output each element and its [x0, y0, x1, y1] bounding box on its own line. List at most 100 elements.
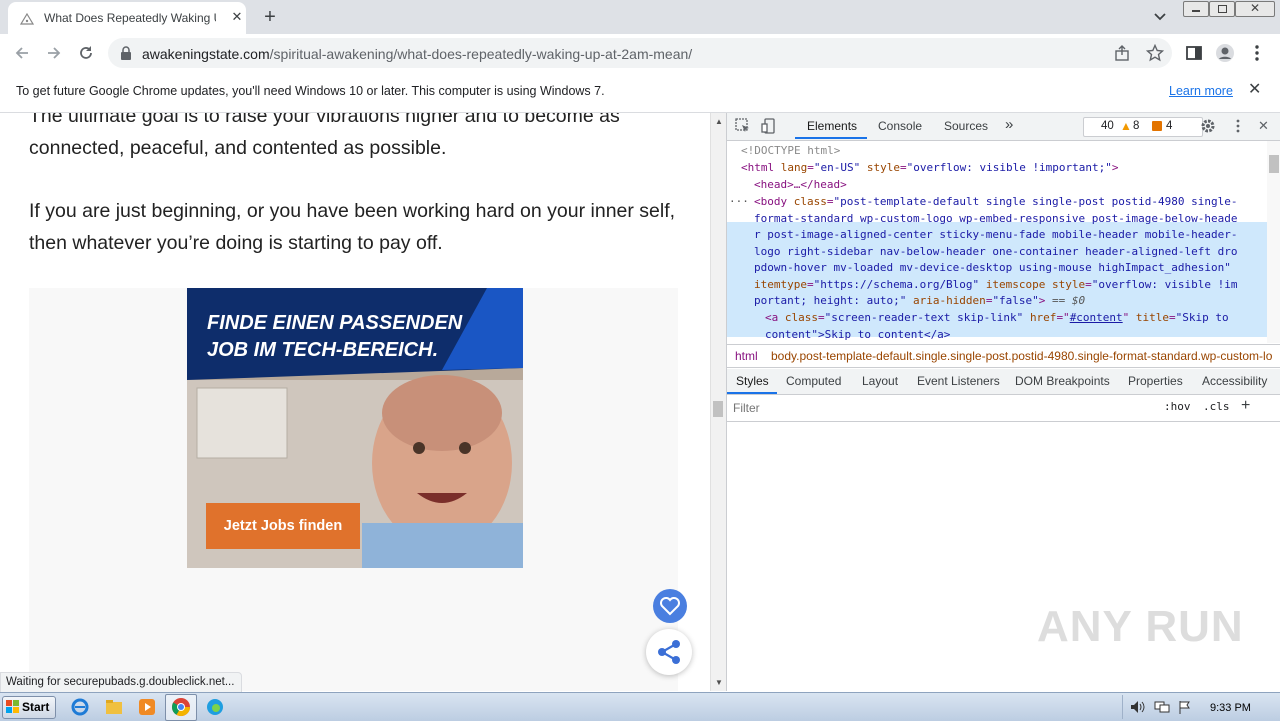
- media-player-icon[interactable]: [137, 697, 157, 717]
- issue-counters[interactable]: 40 ▲ 8 4: [1083, 117, 1203, 137]
- back-arrow-icon[interactable]: [12, 43, 32, 63]
- warning-count: 8: [1133, 120, 1140, 132]
- bookmark-star-icon[interactable]: [1146, 44, 1164, 62]
- profile-avatar-icon[interactable]: [1215, 43, 1235, 63]
- attr-name: href: [1029, 311, 1057, 324]
- volume-icon[interactable]: [1130, 700, 1146, 714]
- elements-tree: <!DOCTYPE html> <html lang="en-US" style…: [727, 141, 1267, 343]
- attr-name: lang: [780, 161, 808, 174]
- file-explorer-icon[interactable]: [104, 697, 124, 717]
- browser-tab[interactable]: What Does Repeatedly Waking Up a ✕: [8, 2, 246, 34]
- windows-logo-icon: [6, 700, 19, 713]
- infobar-close-icon[interactable]: ✕: [1248, 82, 1264, 98]
- like-button[interactable]: [653, 589, 687, 623]
- html-tag: <html: [741, 161, 775, 174]
- tab-event-listeners[interactable]: Event Listeners: [917, 374, 1000, 388]
- tab-strip: What Does Repeatedly Waking Up a ✕ + ✕: [0, 0, 1280, 34]
- a-node[interactable]: <a class="screen-reader-text skip-link" …: [765, 310, 1229, 327]
- tab-dom-breakpoints[interactable]: DOM Breakpoints: [1015, 374, 1110, 388]
- minimize-button[interactable]: [1183, 1, 1209, 17]
- settings-gear-icon[interactable]: [1200, 118, 1216, 134]
- tab-computed[interactable]: Computed: [786, 374, 841, 388]
- status-text: Waiting for securepubads.g.doubleclick.n…: [6, 676, 235, 688]
- start-button[interactable]: Start: [2, 696, 56, 719]
- breadcrumb-body[interactable]: body.post-template-default.single.single…: [771, 349, 1279, 363]
- attr-value: "screen-reader-text skip-link": [824, 311, 1024, 324]
- attr-name: aria-hidden: [912, 294, 986, 307]
- selected-marker: == $0: [1052, 294, 1086, 307]
- attr-name: title: [1135, 311, 1170, 324]
- favicon-icon: [20, 13, 34, 25]
- attr-name: style: [866, 161, 900, 174]
- edge-icon[interactable]: [205, 697, 225, 717]
- head-node[interactable]: <head>…</head>: [754, 177, 847, 194]
- new-tab-button[interactable]: +: [258, 5, 282, 29]
- attr-value: "overflow: visible !important;": [906, 161, 1112, 174]
- url-text[interactable]: awakeningstate.com/spiritual-awakening/w…: [142, 46, 692, 62]
- scroll-down-arrow-icon[interactable]: ▼: [715, 678, 723, 687]
- browser-menu-icon[interactable]: [1247, 43, 1267, 63]
- learn-more-link[interactable]: Learn more: [1169, 84, 1233, 98]
- tab-console[interactable]: Console: [878, 119, 922, 133]
- body-class-line: logo right-sidebar nav-below-header one-…: [754, 244, 1238, 258]
- tab-close-icon[interactable]: ✕: [228, 8, 246, 26]
- side-panel-icon[interactable]: [1184, 43, 1204, 63]
- scroll-up-arrow-icon[interactable]: ▲: [715, 117, 723, 126]
- breadcrumb: html body.post-template-default.single.s…: [727, 344, 1280, 368]
- tab-accessibility[interactable]: Accessibility: [1202, 374, 1267, 388]
- attr-name: class: [793, 195, 827, 208]
- href-link[interactable]: #content: [1070, 311, 1123, 324]
- tab-elements[interactable]: Elements: [807, 119, 857, 133]
- share-button[interactable]: [646, 629, 692, 675]
- breadcrumb-html[interactable]: html: [735, 349, 758, 363]
- cls-toggle[interactable]: .cls: [1203, 400, 1230, 413]
- attr-value: portant; height: auto;": [754, 294, 907, 307]
- ad-headline-line: FINDE EINEN PASSENDEN: [207, 312, 463, 334]
- styles-tabbar: Styles Computed Layout Event Listeners D…: [727, 369, 1280, 395]
- html-node[interactable]: <html lang="en-US" style="overflow: visi…: [741, 160, 1119, 177]
- share-page-icon[interactable]: [1114, 45, 1130, 61]
- styles-filter-input[interactable]: [731, 398, 1155, 418]
- active-tab-indicator: [795, 137, 867, 139]
- a-node-line: content">Skip to content</a>: [765, 327, 951, 341]
- ad-cta-button[interactable]: Jetzt Jobs finden: [206, 503, 360, 549]
- body-tag: <body: [754, 195, 788, 208]
- tab-sources[interactable]: Sources: [944, 119, 988, 133]
- devtools-close-icon[interactable]: ✕: [1258, 118, 1269, 134]
- address-bar[interactable]: awakeningstate.com/spiritual-awakening/w…: [108, 38, 1172, 68]
- forward-arrow-icon[interactable]: [44, 43, 64, 63]
- tab-properties[interactable]: Properties: [1128, 374, 1183, 388]
- restore-button[interactable]: [1209, 1, 1235, 17]
- elements-scroll-thumb[interactable]: [1269, 155, 1279, 173]
- device-toolbar-icon[interactable]: [761, 118, 777, 134]
- chrome-taskbar-button[interactable]: [165, 694, 197, 721]
- node-dots[interactable]: ···: [729, 194, 749, 211]
- devtools-menu-icon[interactable]: [1230, 118, 1246, 134]
- web-page-viewport: The ultimate goal is to raise your vibra…: [0, 113, 710, 691]
- tab-search-chevron-icon[interactable]: [1150, 8, 1170, 26]
- doctype-node[interactable]: <!DOCTYPE html>: [741, 143, 840, 160]
- styles-filter-row: :hov .cls +: [727, 395, 1280, 422]
- hov-toggle[interactable]: :hov: [1164, 400, 1191, 413]
- more-tabs-chevron-icon[interactable]: »: [1005, 116, 1013, 133]
- new-style-rule-button[interactable]: +: [1241, 397, 1250, 415]
- tab-styles[interactable]: Styles: [736, 374, 769, 388]
- elements-scrollbar[interactable]: [1267, 141, 1280, 343]
- reload-icon[interactable]: [76, 43, 96, 63]
- body-class-line: format-standard wp-custom-logo wp-embed-…: [754, 211, 1238, 225]
- job-ad-banner[interactable]: FINDE EINEN PASSENDEN JOB IM TECH-BEREIC…: [187, 288, 523, 568]
- internet-explorer-icon[interactable]: [70, 697, 90, 717]
- network-icon[interactable]: [1154, 700, 1170, 714]
- body-node[interactable]: <body class="post-template-default singl…: [754, 194, 1237, 211]
- update-infobar: To get future Google Chrome updates, you…: [0, 72, 1280, 113]
- page-scrollbar[interactable]: ▲ ▼: [710, 113, 727, 691]
- clock[interactable]: 9:33 PM: [1210, 702, 1251, 714]
- head-tag: <head>…</head>: [754, 178, 847, 191]
- inspect-element-icon[interactable]: [735, 118, 751, 134]
- tab-layout[interactable]: Layout: [862, 374, 898, 388]
- window-close-button[interactable]: ✕: [1235, 1, 1275, 17]
- doctype-text: <!DOCTYPE html>: [741, 144, 841, 157]
- lock-icon[interactable]: [120, 46, 132, 60]
- action-center-flag-icon[interactable]: [1178, 700, 1192, 714]
- scrollbar-thumb[interactable]: [713, 401, 723, 417]
